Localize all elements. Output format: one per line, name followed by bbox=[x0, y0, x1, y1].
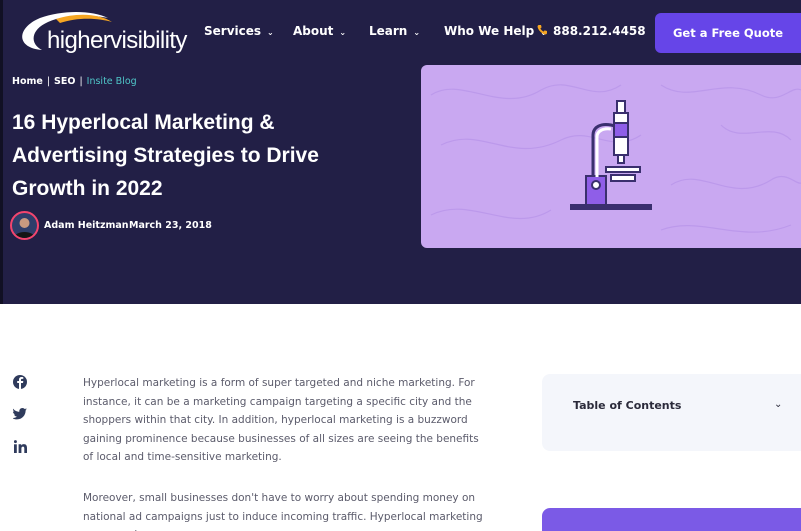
facebook-icon[interactable] bbox=[12, 374, 28, 390]
chevron-down-icon: ⌄ bbox=[413, 27, 421, 37]
logo-text: highervisibility bbox=[47, 27, 187, 54]
title-line: Growth in 2022 bbox=[12, 177, 163, 200]
phone-link[interactable]: 888.212.4458 bbox=[537, 24, 646, 38]
get-quote-button[interactable]: Get a Free Quote bbox=[655, 13, 801, 53]
linkedin-icon[interactable] bbox=[12, 438, 28, 454]
person-icon bbox=[14, 218, 35, 238]
hero-banner: highervisibility Services ⌄ About ⌄ Lear… bbox=[0, 0, 801, 304]
nav-services[interactable]: Services ⌄ bbox=[204, 24, 274, 38]
author-avatar[interactable] bbox=[10, 211, 39, 240]
author-name[interactable]: Adam Heitzman bbox=[44, 220, 129, 231]
nav-label: Who We Help bbox=[444, 24, 535, 38]
phone-icon bbox=[537, 24, 547, 38]
chevron-down-icon: ⌄ bbox=[339, 27, 347, 37]
breadcrumb-seo[interactable]: SEO bbox=[54, 76, 75, 87]
breadcrumb-current[interactable]: Insite Blog bbox=[87, 76, 137, 87]
title-line: Advertising Strategies to Drive bbox=[12, 144, 319, 167]
chevron-down-icon[interactable]: ⌄ bbox=[774, 399, 782, 410]
article-paragraph: Moreover, small businesses don't have to… bbox=[83, 492, 483, 531]
publish-date: March 23, 2018 bbox=[129, 220, 212, 231]
nav-who-we-help[interactable]: Who We Help ⌄ bbox=[444, 24, 547, 38]
breadcrumb-home[interactable]: Home bbox=[12, 76, 43, 87]
sidebar-promo-card bbox=[542, 508, 801, 531]
logo[interactable]: highervisibility bbox=[12, 8, 187, 58]
hero-edge bbox=[0, 0, 3, 304]
nav-learn[interactable]: Learn ⌄ bbox=[369, 24, 420, 38]
hero-illustration bbox=[421, 65, 801, 248]
nav-label: Learn bbox=[369, 24, 408, 38]
nav-label: About bbox=[293, 24, 334, 38]
twitter-icon[interactable] bbox=[12, 406, 28, 422]
microscope-icon bbox=[430, 84, 801, 233]
breadcrumb-separator: | bbox=[79, 76, 83, 87]
page-title: 16 Hyperlocal Marketing & Advertising St… bbox=[12, 106, 342, 205]
breadcrumb-separator: | bbox=[46, 76, 51, 87]
phone-number: 888.212.4458 bbox=[553, 24, 646, 38]
article-paragraph: Hyperlocal marketing is a form of super … bbox=[83, 377, 479, 463]
chevron-down-icon: ⌄ bbox=[267, 27, 274, 37]
nav-about[interactable]: About ⌄ bbox=[293, 24, 346, 38]
nav-label: Services bbox=[204, 24, 262, 38]
toc-title: Table of Contents bbox=[573, 399, 682, 412]
table-of-contents[interactable]: Table of Contents ⌄ bbox=[542, 374, 801, 451]
title-line: 16 Hyperlocal Marketing & bbox=[12, 111, 275, 134]
breadcrumb: Home | SEO | Insite Blog bbox=[12, 76, 137, 87]
